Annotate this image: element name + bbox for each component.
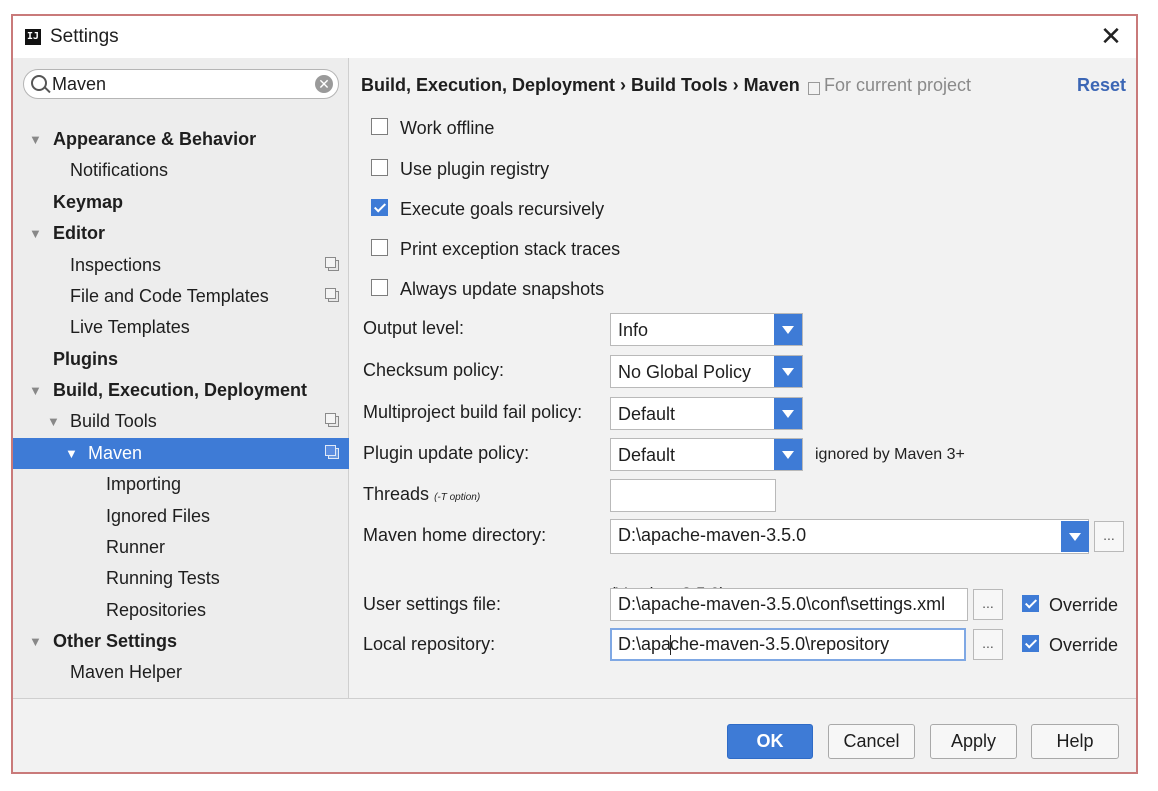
local-repository-label: Local repository: [363,634,496,654]
expand-arrow-icon[interactable]: ▼ [65,438,78,469]
output-level-select[interactable]: Info [610,313,803,346]
sidebar-item-appearance-behavior[interactable]: ▼ Appearance & Behavior [13,124,349,155]
sidebar-item-importing[interactable]: Importing [13,469,349,500]
help-button[interactable]: Help [1031,724,1119,759]
cancel-button[interactable]: Cancel [828,724,915,759]
ok-button[interactable]: OK [727,724,813,759]
sidebar-item-running-tests[interactable]: Running Tests [13,563,349,594]
sidebar-item-ignored-files[interactable]: Ignored Files [13,501,349,532]
search-box[interactable]: ✕ [23,69,339,99]
threads-sublabel: (-T option) [434,492,481,503]
maven-settings-panel: Build, Execution, Deployment › Build Too… [349,58,1136,698]
project-scope-icon [325,288,339,302]
sidebar-item-keymap[interactable]: Keymap [13,187,349,218]
expand-arrow-icon[interactable]: ▼ [29,375,42,406]
title-bar: IJ Settings ✕ [13,16,1136,58]
plugin-update-hint: ignored by Maven 3+ [815,446,965,463]
print-exception-stack-traces-checkbox[interactable] [371,239,388,256]
project-scope-icon [325,413,339,427]
sidebar-item-maven-helper[interactable]: Maven Helper [13,657,349,688]
reset-link[interactable]: Reset [1077,75,1126,96]
plugin-update-policy-select[interactable]: Default [610,438,803,471]
work-offline-checkbox[interactable] [371,118,388,135]
sidebar-item-notifications[interactable]: Notifications [13,155,349,186]
project-scope-icon [808,82,820,95]
sidebar-item-editor[interactable]: ▼ Editor [13,218,349,249]
multiproject-fail-policy-label: Multiproject build fail policy: [363,402,583,422]
maven-home-select[interactable]: D:\apache-maven-3.5.0 [610,519,1089,554]
plugin-update-policy-label: Plugin update policy: [363,443,530,463]
expand-arrow-icon[interactable]: ▼ [29,124,42,155]
expand-arrow-icon[interactable]: ▼ [47,406,60,437]
close-icon[interactable]: ✕ [1098,22,1124,50]
apply-button[interactable]: Apply [930,724,1017,759]
dropdown-arrow-icon[interactable] [1061,521,1089,552]
user-settings-override-checkbox[interactable] [1022,595,1039,612]
checksum-policy-select[interactable]: No Global Policy [610,355,803,388]
threads-input[interactable] [610,479,776,512]
maven-home-browse-button[interactable]: ... [1094,521,1124,552]
sidebar-item-maven[interactable]: ▼ Maven [13,438,349,469]
threads-label: Threads (-T option) [363,484,481,504]
settings-sidebar: ✕ ▼ Appearance & Behavior Notifications … [13,58,349,698]
expand-arrow-icon[interactable]: ▼ [29,218,42,249]
sidebar-item-build-tools[interactable]: ▼ Build Tools [13,406,349,437]
breadcrumb: Build, Execution, Deployment › Build Too… [361,75,800,95]
sidebar-item-live-templates[interactable]: Live Templates [13,312,349,343]
always-update-snapshots-checkbox[interactable] [371,279,388,296]
dropdown-arrow-icon[interactable] [774,356,802,387]
use-plugin-registry-checkbox[interactable] [371,159,388,176]
project-scope-icon [325,445,339,459]
user-settings-label: User settings file: [363,594,502,614]
footer-divider [13,698,1136,699]
dropdown-arrow-icon[interactable] [774,398,802,429]
dropdown-arrow-icon[interactable] [774,439,802,470]
sidebar-item-runner[interactable]: Runner [13,532,349,563]
dropdown-arrow-icon[interactable] [774,314,802,345]
local-repository-input[interactable]: D:\apache-maven-3.5.0\repository [610,628,966,661]
checksum-policy-label: Checksum policy: [363,360,505,380]
sidebar-item-other-settings[interactable]: ▼ Other Settings [13,626,349,657]
sidebar-item-build-execution-deployment[interactable]: ▼ Build, Execution, Deployment [13,375,349,406]
search-icon [31,75,47,91]
user-settings-browse-button[interactable]: ... [973,589,1003,620]
scope-label: For current project [824,75,972,95]
output-level-label: Output level: [363,318,465,338]
expand-arrow-icon[interactable]: ▼ [29,626,42,657]
user-settings-input[interactable]: D:\apache-maven-3.5.0\conf\settings.xml [610,588,968,621]
sidebar-item-repositories[interactable]: Repositories [13,595,349,626]
sidebar-item-file-code-templates[interactable]: File and Code Templates [13,281,349,312]
execute-goals-recursively-checkbox[interactable] [371,199,388,216]
sidebar-item-plugins[interactable]: Plugins [13,344,349,375]
maven-home-label: Maven home directory: [363,525,547,545]
project-scope-icon [325,257,339,271]
settings-window: IJ Settings ✕ ✕ ▼ Appearance & Behavior … [11,14,1138,774]
local-repository-override-checkbox[interactable] [1022,635,1039,652]
sidebar-item-inspections[interactable]: Inspections [13,250,349,281]
search-input[interactable] [52,73,302,95]
clear-icon[interactable]: ✕ [315,75,333,93]
local-repository-browse-button[interactable]: ... [973,629,1003,660]
multiproject-fail-policy-select[interactable]: Default [610,397,803,430]
app-icon: IJ [25,29,41,45]
window-title: Settings [50,26,119,47]
